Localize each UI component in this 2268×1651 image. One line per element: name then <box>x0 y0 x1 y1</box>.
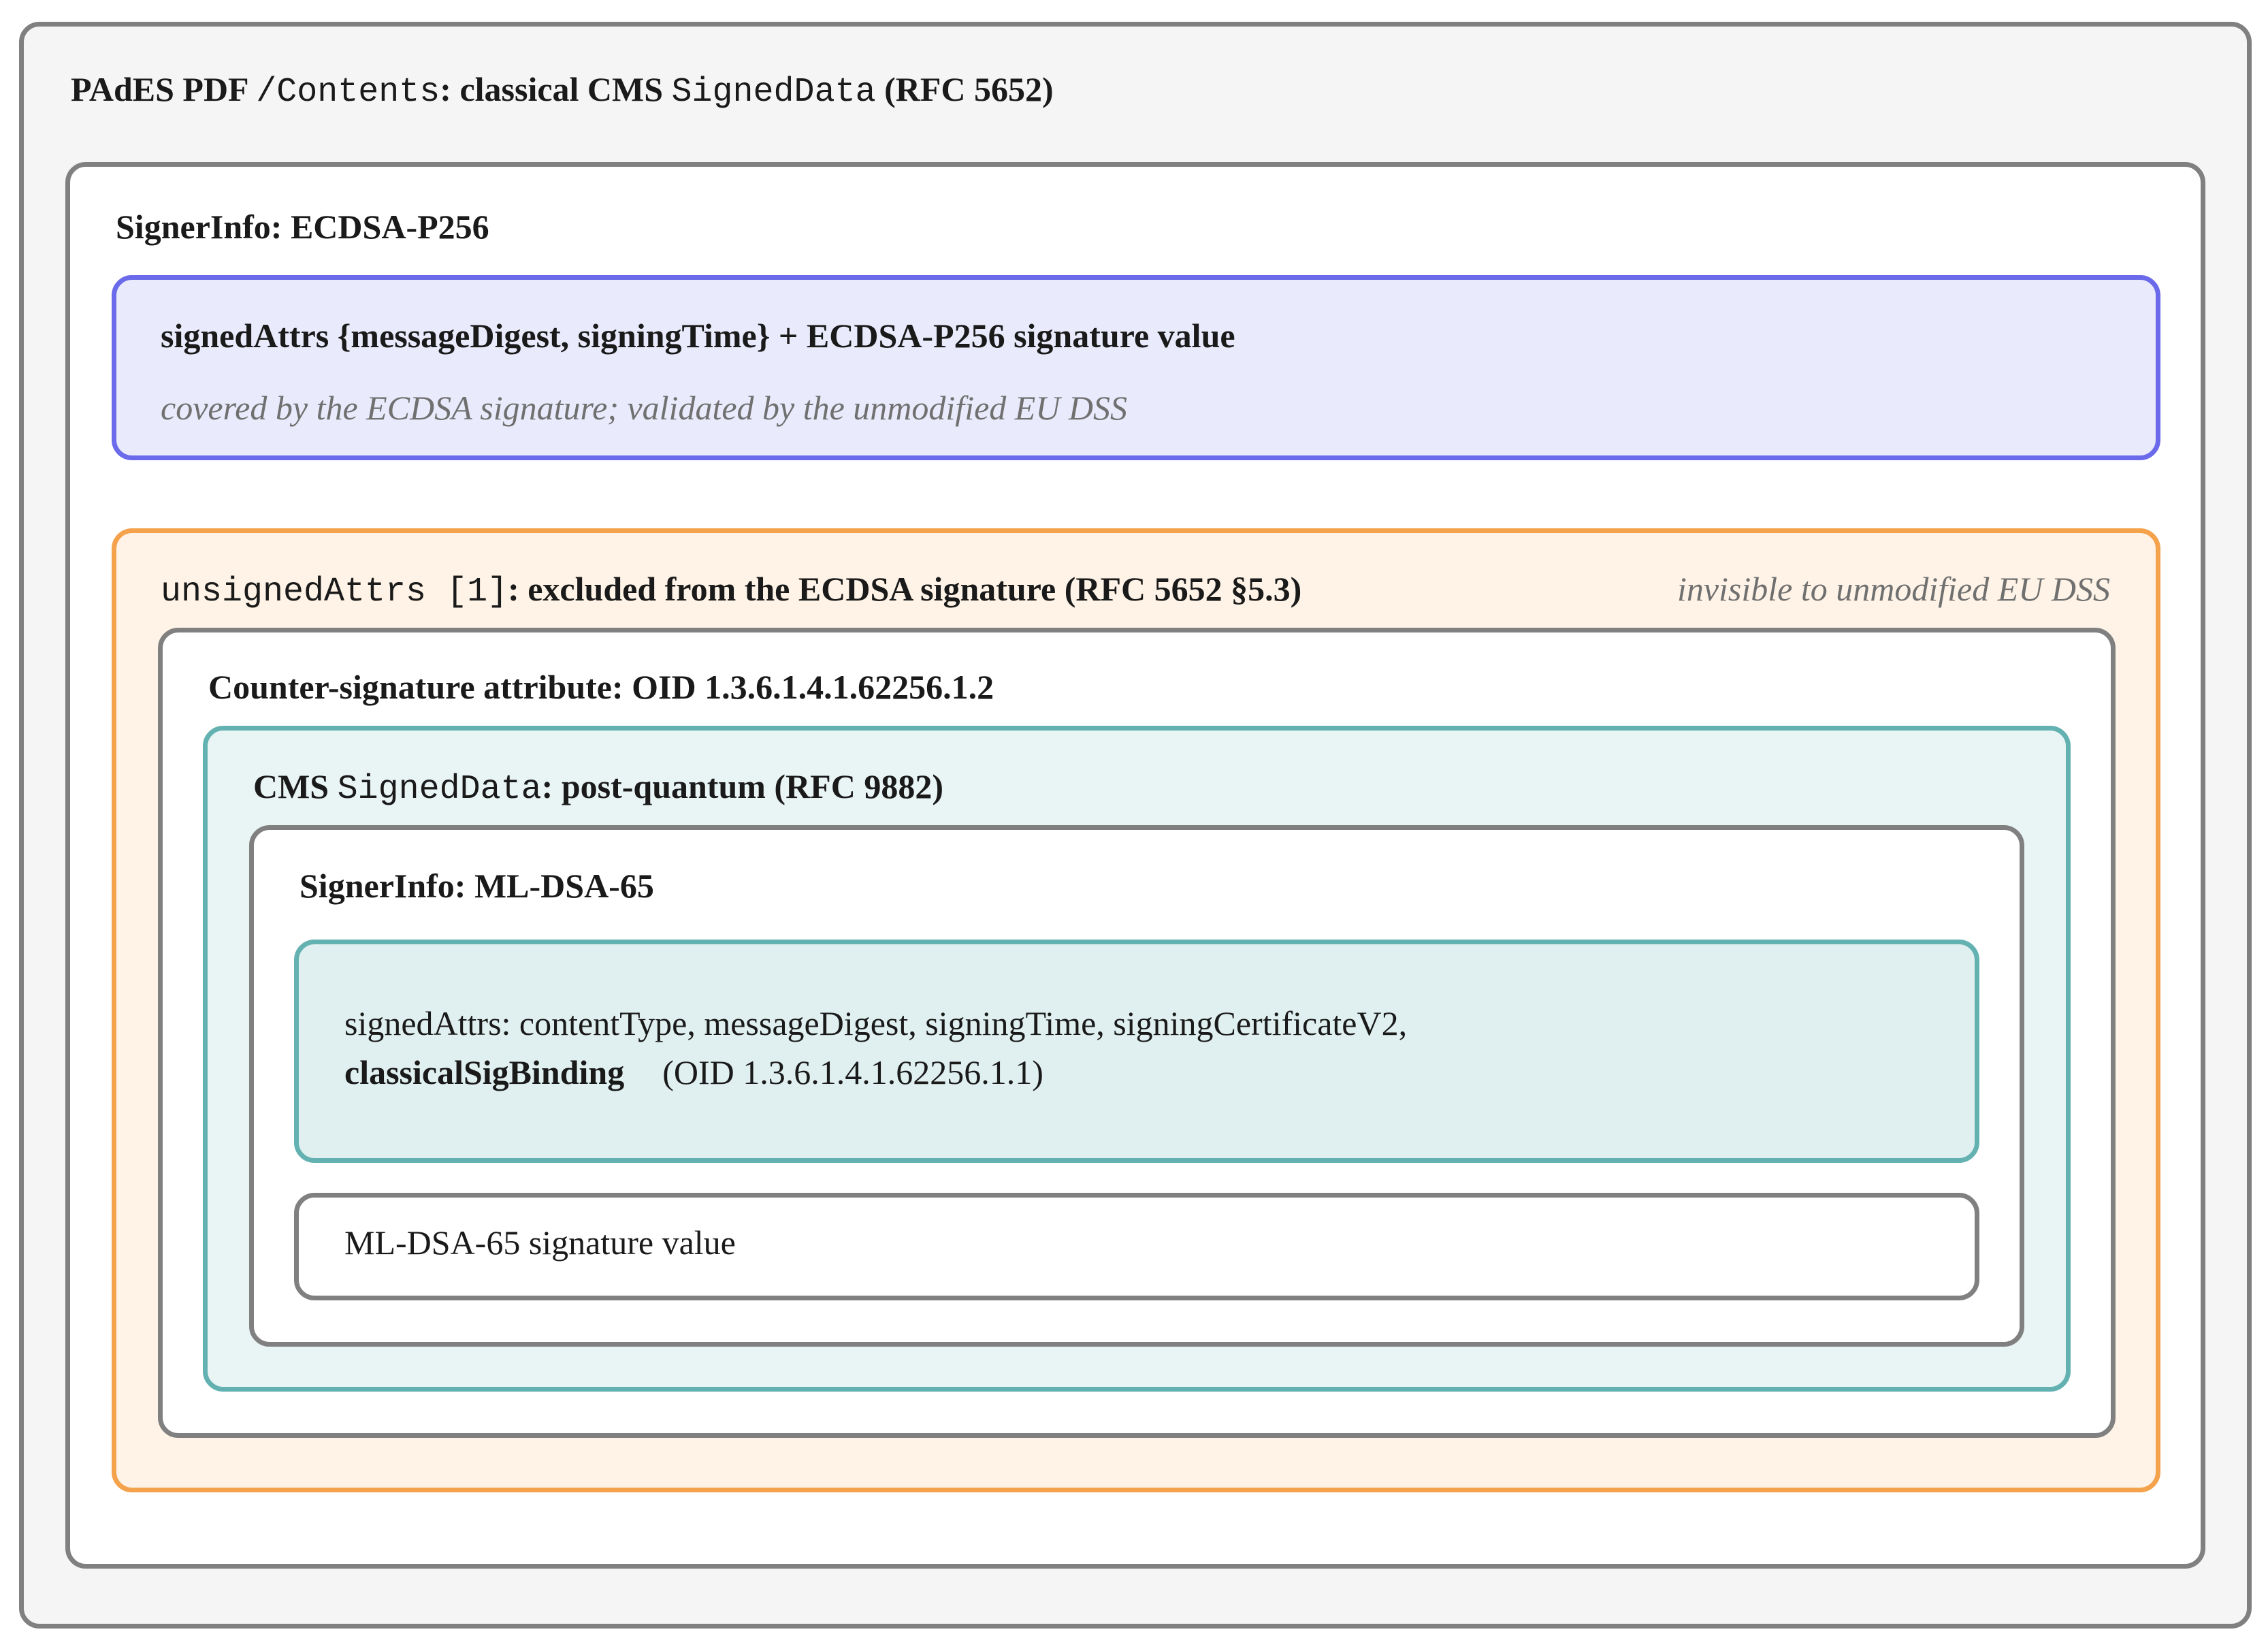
ecdsa-signed-attrs-note: covered by the ECDSA signature; validate… <box>161 389 1128 427</box>
classical-sig-binding-oid: (OID 1.3.6.1.4.1.62256.1.1) <box>662 1053 1043 1091</box>
pades-contents-title: PAdES PDF /Contents: classical CMS Signe… <box>71 72 1054 110</box>
pq-signed-attrs-line-1: signedAttrs: contentType, messageDigest,… <box>344 1004 1408 1042</box>
unsigned-attrs-title-text: : excluded from the ECDSA signature (RFC… <box>508 570 1302 608</box>
signer-info-ml-dsa-title: SignerInfo: ML-DSA-65 <box>299 867 654 905</box>
ecdsa-signed-attrs-box <box>112 275 2160 460</box>
unsigned-attrs-title: unsignedAttrs [1]: excluded from the ECD… <box>161 572 1301 609</box>
classical-sig-binding-label: classicalSigBinding <box>344 1053 625 1091</box>
unsigned-attrs-title-code: unsignedAttrs [1] <box>161 573 508 611</box>
pades-title-part-1: PAdES PDF <box>71 70 257 108</box>
pq-signed-attrs-line-2: classicalSigBinding (OID 1.3.6.1.4.1.6225… <box>344 1055 1043 1089</box>
cms-pq-title-code: SignedData <box>337 770 542 809</box>
cms-pq-title-part-2: : post-quantum (RFC 9882) <box>541 767 943 805</box>
pades-title-code-contents: /Contents <box>256 73 440 112</box>
ml-dsa-signature-value-label: ML-DSA-65 signature value <box>344 1223 736 1262</box>
pq-signed-attrs-box <box>294 940 1979 1163</box>
cms-pq-title-part-1: CMS <box>253 767 338 805</box>
pades-title-part-2: : classical CMS <box>440 70 672 108</box>
ecdsa-signed-attrs-title: signedAttrs {messageDigest, signingTime}… <box>161 317 1235 355</box>
pades-title-part-3: (RFC 5652) <box>875 70 1054 108</box>
counter-signature-attribute-title: Counter-signature attribute: OID 1.3.6.1… <box>208 668 994 706</box>
pades-title-code-signeddata: SignedData <box>671 73 876 112</box>
cms-pq-signeddata-title: CMS SignedData: post-quantum (RFC 9882) <box>253 769 943 807</box>
signer-info-ecdsa-title: SignerInfo: ECDSA-P256 <box>116 208 489 246</box>
unsigned-attrs-note: invisible to unmodified EU DSS <box>1676 570 2110 608</box>
